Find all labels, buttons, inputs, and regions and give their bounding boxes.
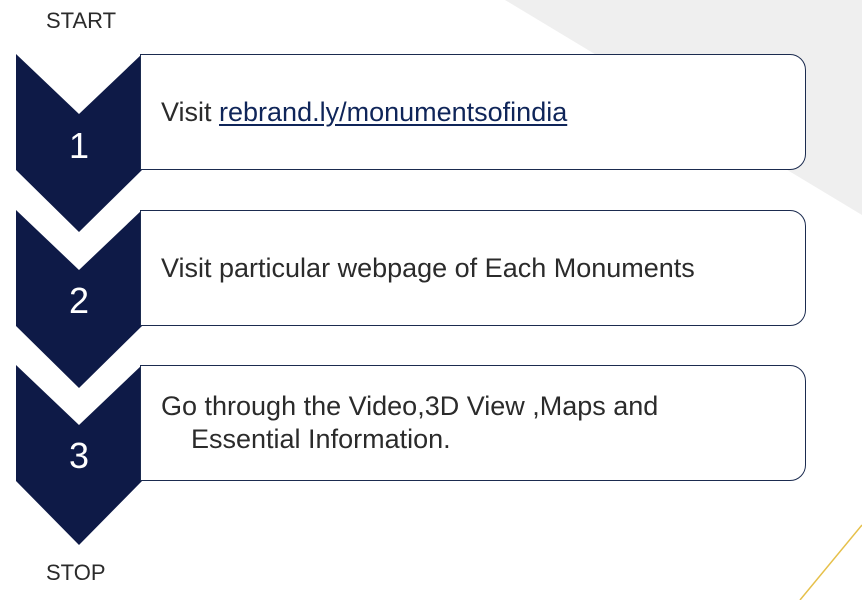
step-text-1: Visit rebrand.ly/monumentsofindia <box>161 96 567 129</box>
stop-label: STOP <box>46 560 106 585</box>
monuments-link[interactable]: rebrand.ly/monumentsofindia <box>219 97 567 127</box>
step-3-line-2: Essential Information. <box>191 424 451 454</box>
step-box-1: Visit rebrand.ly/monumentsofindia <box>140 54 806 170</box>
step-3-line-1: Go through the Video,3D View ,Maps and <box>161 391 659 422</box>
step-text-3: Go through the Video,3D View ,Maps and E… <box>161 390 658 456</box>
step-number-3: 3 <box>68 435 90 476</box>
step-text-2: Visit particular webpage of Each Monumen… <box>161 252 695 283</box>
step-number-1: 1 <box>68 125 90 166</box>
step-box-3: Go through the Video,3D View ,Maps and E… <box>140 365 806 481</box>
step-box-2: Visit particular webpage of Each Monumen… <box>140 210 806 326</box>
step-number-2: 2 <box>68 280 90 321</box>
step-1-prefix: Visit <box>161 96 220 127</box>
